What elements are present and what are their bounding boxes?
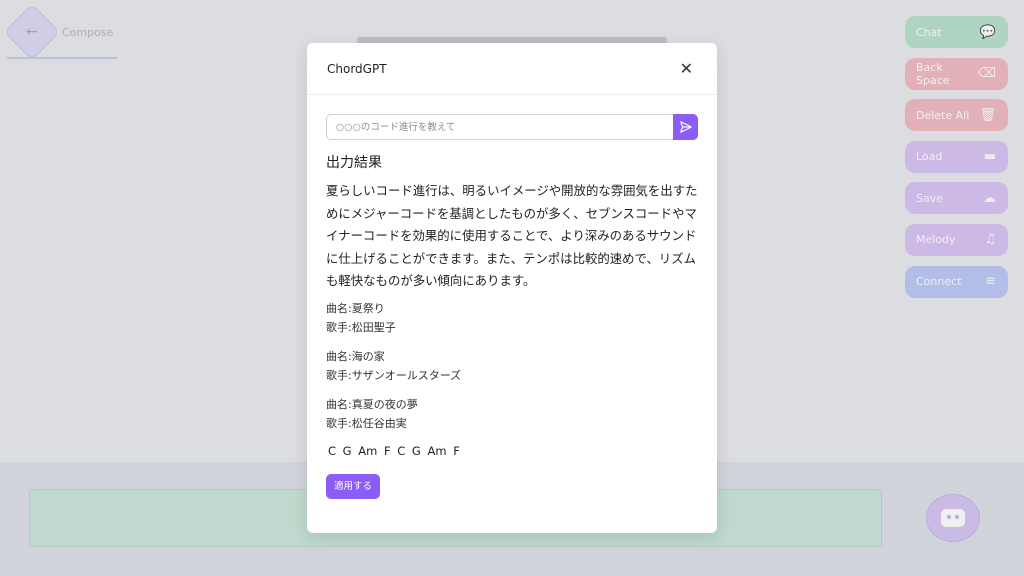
- song-title: 曲名:真夏の夜の夢: [326, 397, 418, 411]
- dialog-body: 出力結果 夏らしいコード進行は、明るいイメージや開放的な雰囲気を出すためにメジャ…: [307, 95, 717, 499]
- prompt-row: [326, 114, 698, 140]
- close-icon[interactable]: ✕: [680, 60, 693, 77]
- song-list: 曲名:夏祭り 歌手:松田聖子 曲名:海の家 歌手:サザンオールスターズ 曲名:真…: [326, 299, 698, 434]
- dialog-title: ChordGPT: [327, 61, 387, 76]
- chordgpt-dialog: ChordGPT ✕ 出力結果 夏らしいコード進行は、明るいイメージや開放的な雰…: [307, 43, 717, 533]
- song-title: 曲名:海の家: [326, 349, 385, 363]
- song-artist: 歌手:松田聖子: [326, 321, 396, 334]
- song-item: 曲名:真夏の夜の夢 歌手:松任谷由実: [326, 395, 698, 434]
- send-icon: [679, 121, 692, 133]
- song-title: 曲名:夏祭り: [326, 301, 385, 315]
- send-button[interactable]: [673, 114, 698, 140]
- dialog-header: ChordGPT ✕: [307, 43, 717, 95]
- result-heading: 出力結果: [326, 155, 382, 171]
- result-description: 夏らしいコード進行は、明るいイメージや開放的な雰囲気を出すためにメジャーコードを…: [326, 183, 698, 288]
- prompt-input[interactable]: [326, 114, 673, 140]
- apply-button[interactable]: 適用する: [326, 473, 381, 499]
- chord-progression: C G Am F C G Am F: [328, 443, 460, 458]
- song-item: 曲名:海の家 歌手:サザンオールスターズ: [326, 347, 698, 386]
- song-item: 曲名:夏祭り 歌手:松田聖子: [326, 299, 698, 338]
- song-artist: 歌手:松任谷由実: [326, 417, 407, 430]
- song-artist: 歌手:サザンオールスターズ: [326, 369, 462, 382]
